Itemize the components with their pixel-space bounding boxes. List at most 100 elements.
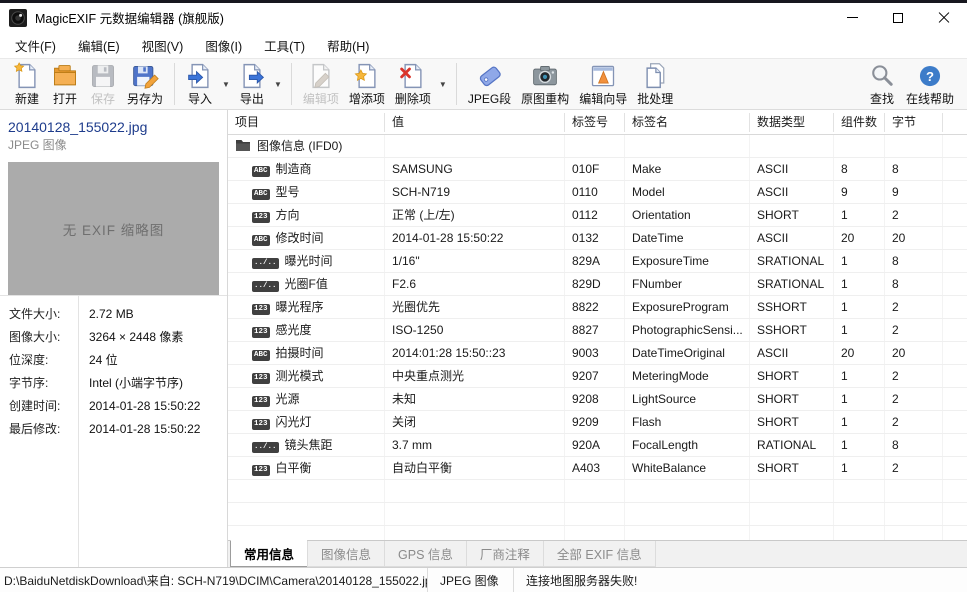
delete-item-button[interactable]: 删除项 bbox=[390, 60, 436, 109]
edit-item-icon bbox=[307, 62, 335, 90]
empty-row bbox=[228, 503, 967, 526]
batch-button[interactable]: 批处理 bbox=[632, 60, 678, 109]
exif-row[interactable]: 123光源未知9208LightSourceSHORT12 bbox=[228, 388, 967, 411]
exif-row[interactable]: ABC型号SCH-N7190110ModelASCII99 bbox=[228, 181, 967, 204]
bytes-cell: 8 bbox=[885, 250, 943, 272]
svg-text:?: ? bbox=[926, 68, 934, 83]
tag-name-cell: Flash bbox=[625, 411, 750, 433]
exif-row[interactable]: 123白平衡自动白平衡A403WhiteBalanceSHORT12 bbox=[228, 457, 967, 480]
menu-item-tools[interactable]: 工具(T) bbox=[253, 32, 316, 59]
exif-row[interactable]: ABC拍摄时间2014:01:28 15:50::239003DateTimeO… bbox=[228, 342, 967, 365]
exif-row[interactable]: 123感光度ISO-12508827PhotographicSensi...SS… bbox=[228, 319, 967, 342]
property-label: 创建时间: bbox=[0, 397, 78, 414]
column-header-3[interactable]: 标签号 bbox=[565, 113, 625, 132]
status-bar: D:\BaiduNetdiskDownload\来自: SCH-N719\DCI… bbox=[0, 567, 967, 592]
components-cell: 1 bbox=[834, 434, 885, 456]
item-cell: ../..曝光时间 bbox=[228, 250, 385, 272]
column-header-2[interactable]: 值 bbox=[385, 113, 565, 132]
jpeg-segment-button[interactable]: JPEG段 bbox=[463, 60, 516, 109]
exif-row[interactable]: ../..曝光时间1/16"829AExposureTimeSRATIONAL1… bbox=[228, 250, 967, 273]
export-dropdown-arrow[interactable]: ▼ bbox=[271, 80, 285, 89]
minimize-button[interactable] bbox=[829, 3, 875, 32]
empty-cell bbox=[385, 503, 565, 525]
table-group-row[interactable]: 图像信息 (IFD0) bbox=[228, 135, 967, 158]
search-button[interactable]: 查找 bbox=[863, 60, 901, 109]
import-icon bbox=[186, 62, 214, 90]
open-button[interactable]: 打开 bbox=[46, 60, 84, 109]
empty-cell bbox=[834, 526, 885, 540]
item-name: 制造商 bbox=[276, 162, 312, 176]
new-icon bbox=[13, 62, 41, 90]
tag-name-cell: FNumber bbox=[625, 273, 750, 295]
components-cell: 8 bbox=[834, 158, 885, 180]
components-cell: 1 bbox=[834, 411, 885, 433]
menu-item-help[interactable]: 帮助(H) bbox=[316, 32, 380, 59]
exif-row[interactable]: 123曝光程序光圈优先8822ExposureProgramSSHORT12 bbox=[228, 296, 967, 319]
exif-row[interactable]: 123方向正常 (上/左)0112OrientationSHORT12 bbox=[228, 204, 967, 227]
value-cell: 光圈优先 bbox=[385, 296, 565, 318]
column-header-7[interactable]: 字节 bbox=[885, 113, 943, 132]
tab-image[interactable]: 图像信息 bbox=[307, 541, 385, 567]
jpeg-segment-label: JPEG段 bbox=[468, 90, 511, 107]
import-button[interactable]: 导入 bbox=[181, 60, 219, 109]
empty-cell bbox=[565, 503, 625, 525]
empty-row bbox=[228, 480, 967, 503]
help-label: 在线帮助 bbox=[906, 90, 954, 107]
empty-cell bbox=[834, 135, 885, 157]
data-type-cell: SSHORT bbox=[750, 319, 834, 341]
exif-row[interactable]: ABC修改时间2014-01-28 15:50:220132DateTimeAS… bbox=[228, 227, 967, 250]
exif-row[interactable]: 123测光模式中央重点测光9207MeteringModeSHORT12 bbox=[228, 365, 967, 388]
type-badge-rational-icon: ../.. bbox=[252, 258, 279, 269]
empty-cell bbox=[943, 273, 967, 295]
tab-all-exif[interactable]: 全部 EXIF 信息 bbox=[543, 541, 656, 567]
wizard-button[interactable]: 编辑向导 bbox=[574, 60, 632, 109]
window-title: MagicEXIF 元数据编辑器 (旗舰版) bbox=[35, 8, 224, 27]
tag-id-cell: 829D bbox=[565, 273, 625, 295]
tab-common[interactable]: 常用信息 bbox=[230, 540, 308, 567]
maximize-button[interactable] bbox=[875, 3, 921, 32]
bytes-cell: 2 bbox=[885, 204, 943, 226]
empty-cell bbox=[385, 135, 565, 157]
column-header-6[interactable]: 组件数 bbox=[834, 113, 885, 132]
exif-row[interactable]: 123闪光灯关闭9209FlashSHORT12 bbox=[228, 411, 967, 434]
title-bar: MagicEXIF 元数据编辑器 (旗舰版) bbox=[0, 0, 967, 32]
delete-item-dropdown-arrow[interactable]: ▼ bbox=[436, 80, 450, 89]
column-header-4[interactable]: 标签名 bbox=[625, 113, 750, 132]
bytes-cell: 8 bbox=[885, 273, 943, 295]
column-header-1[interactable]: 项目 bbox=[228, 113, 385, 132]
help-icon: ? bbox=[916, 62, 944, 90]
empty-cell bbox=[943, 135, 967, 157]
file-name[interactable]: 20140128_155022.jpg bbox=[0, 110, 227, 136]
item-cell: ABC制造商 bbox=[228, 158, 385, 180]
add-item-icon bbox=[353, 62, 381, 90]
tab-gps[interactable]: GPS 信息 bbox=[384, 541, 467, 567]
type-badge-number-icon: 123 bbox=[252, 396, 270, 407]
exif-row[interactable]: ../..镜头焦距3.7 mm920AFocalLengthRATIONAL18 bbox=[228, 434, 967, 457]
menu-item-file[interactable]: 文件(F) bbox=[4, 32, 67, 59]
tag-name-cell: ExposureProgram bbox=[625, 296, 750, 318]
column-header-5[interactable]: 数据类型 bbox=[750, 113, 834, 132]
save-as-button[interactable]: 另存为 bbox=[122, 60, 168, 109]
menu-item-edit[interactable]: 编辑(E) bbox=[67, 32, 131, 59]
item-name: 修改时间 bbox=[276, 231, 324, 245]
type-badge-number-icon: 123 bbox=[252, 327, 270, 338]
import-dropdown-arrow[interactable]: ▼ bbox=[219, 80, 233, 89]
close-button[interactable] bbox=[921, 3, 967, 32]
exif-row[interactable]: ../..光圈F值F2.6829DFNumberSRATIONAL18 bbox=[228, 273, 967, 296]
exif-row[interactable]: ABC制造商SAMSUNG010FMakeASCII88 bbox=[228, 158, 967, 181]
export-button[interactable]: 导出 bbox=[233, 60, 271, 109]
batch-label: 批处理 bbox=[637, 90, 673, 107]
bytes-cell: 9 bbox=[885, 181, 943, 203]
help-button[interactable]: ? 在线帮助 bbox=[901, 60, 959, 109]
value-cell: 2014-01-28 15:50:22 bbox=[385, 227, 565, 249]
property-label: 位深度: bbox=[0, 351, 78, 368]
add-item-button[interactable]: 增添项 bbox=[344, 60, 390, 109]
rebuild-button[interactable]: 原图重构 bbox=[516, 60, 574, 109]
menu-item-image[interactable]: 图像(I) bbox=[194, 32, 253, 59]
property-row: 图像大小:3264 × 2448 像素 bbox=[0, 325, 227, 348]
item-cell: ABC型号 bbox=[228, 181, 385, 203]
new-button[interactable]: 新建 bbox=[8, 60, 46, 109]
menu-item-view[interactable]: 视图(V) bbox=[131, 32, 195, 59]
tab-maker[interactable]: 厂商注释 bbox=[466, 541, 544, 567]
empty-cell bbox=[885, 135, 943, 157]
